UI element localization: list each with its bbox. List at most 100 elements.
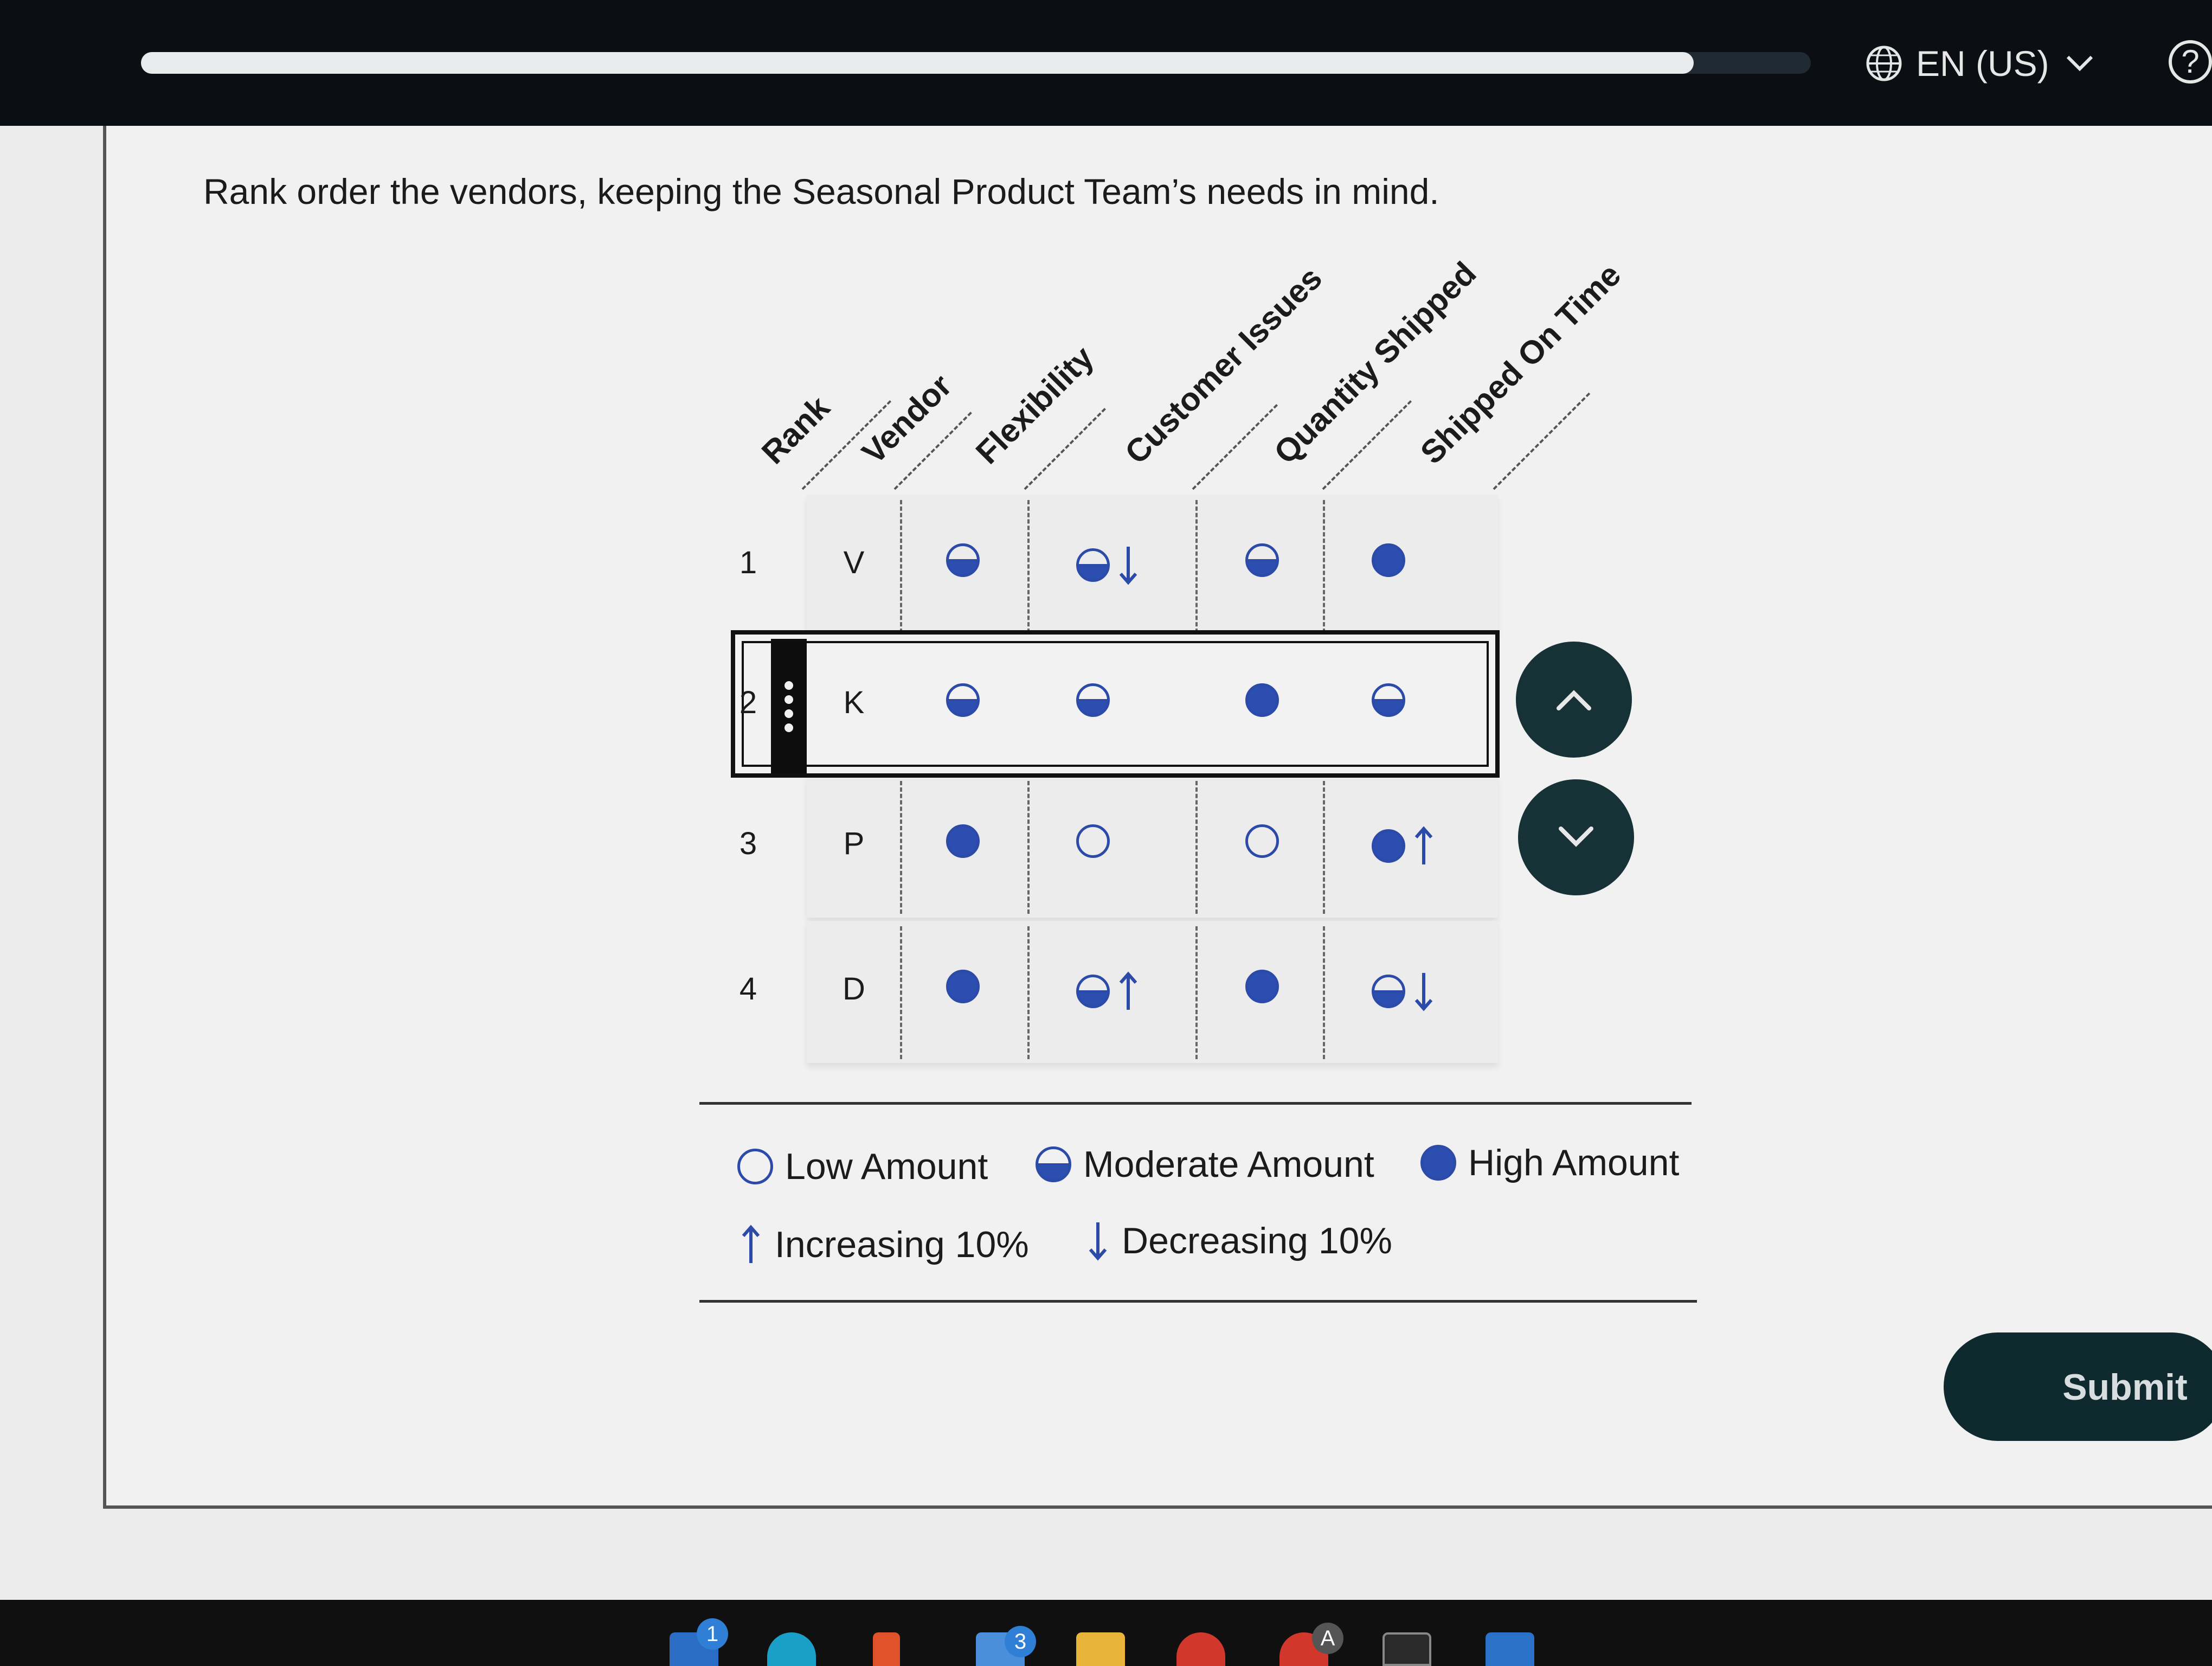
legend-top-rule: [699, 1102, 1692, 1105]
arrow-up-icon: [1414, 826, 1433, 864]
column-divider: [900, 500, 902, 633]
legend-increasing: Increasing 10%: [740, 1223, 1029, 1266]
high-amount-icon: [1245, 970, 1279, 1003]
notification-badge: 3: [1005, 1626, 1036, 1657]
column-divider: [1195, 926, 1198, 1059]
rating-cell: [1245, 543, 1279, 577]
high-amount-icon: [946, 824, 980, 858]
help-button[interactable]: ?: [2169, 40, 2212, 84]
rank-number: 2: [739, 685, 757, 720]
legend-low: Low Amount: [737, 1145, 988, 1188]
rating-cell: [1372, 543, 1405, 577]
rating-cell: [1076, 970, 1139, 1013]
legend-high: High Amount: [1420, 1142, 1679, 1184]
vendor-name: K: [843, 685, 865, 720]
move-up-button[interactable]: [1516, 642, 1632, 758]
rank-number: 4: [739, 971, 757, 1007]
vscode-icon[interactable]: [1486, 1632, 1534, 1666]
rating-cell: [946, 543, 980, 577]
column-divider: [1323, 500, 1325, 633]
column-divider: [1027, 781, 1030, 914]
chevron-up-icon: [1557, 690, 1591, 710]
rating-cell: [1076, 543, 1139, 587]
vendor-name: V: [843, 545, 865, 580]
chevron-down-icon: [2066, 55, 2093, 72]
legend-moderate: Moderate Amount: [1036, 1143, 1374, 1186]
rating-cell: [1076, 824, 1110, 858]
rank-number: 1: [739, 545, 757, 580]
language-selector[interactable]: EN (US): [1865, 39, 2096, 88]
drag-handle-dot: [785, 695, 793, 704]
submit-button[interactable]: Submit: [1944, 1332, 2212, 1441]
move-down-button[interactable]: [1518, 779, 1634, 895]
taskbar-app-icon[interactable]: [873, 1632, 900, 1666]
legend-high-label: High Amount: [1468, 1142, 1680, 1183]
terminal-icon[interactable]: [1382, 1632, 1431, 1666]
notification-badge: 1: [697, 1618, 728, 1650]
rating-cell: [1372, 824, 1435, 868]
arrow-down-icon: [1089, 1222, 1107, 1261]
folder-icon[interactable]: [1076, 1632, 1125, 1666]
legend-decreasing-label: Decreasing 10%: [1122, 1220, 1392, 1261]
profile-badge: A: [1312, 1623, 1343, 1654]
progress-bar: [141, 52, 1811, 74]
legend-bottom-rule: [699, 1300, 1697, 1303]
moderate-amount-icon: [1036, 1146, 1071, 1182]
rating-cell: [1245, 970, 1279, 1003]
column-divider: [1323, 781, 1325, 914]
language-label: EN (US): [1916, 43, 2049, 84]
column-divider: [1027, 500, 1030, 633]
vendor-name: P: [843, 826, 865, 861]
arrow-up-icon: [742, 1225, 760, 1263]
progress-bar-fill: [141, 52, 1694, 74]
low-amount-icon: [1076, 824, 1110, 858]
high-amount-icon: [1372, 829, 1405, 863]
legend-moderate-label: Moderate Amount: [1083, 1144, 1374, 1185]
rating-cell: [946, 683, 980, 717]
rating-cell: [946, 824, 980, 858]
drag-handle-dot: [785, 723, 793, 732]
legend-decreasing: Decreasing 10%: [1087, 1219, 1392, 1263]
column-divider: [900, 781, 902, 914]
low-amount-icon: [1245, 824, 1279, 858]
high-amount-icon: [1372, 543, 1405, 577]
drag-handle-dot: [785, 681, 793, 690]
top-bar: EN (US) ?: [0, 0, 2212, 126]
legend-low-label: Low Amount: [785, 1146, 988, 1187]
globe-icon: [1866, 46, 1902, 81]
moderate-amount-icon: [946, 543, 980, 577]
arrow-down-icon: [1414, 973, 1433, 1011]
arrow-down-icon: [1119, 547, 1137, 585]
column-divider: [1027, 926, 1030, 1059]
instruction-text: Rank order the vendors, keeping the Seas…: [203, 171, 1439, 212]
rank-number: 3: [739, 826, 757, 861]
column-divider: [900, 926, 902, 1059]
high-amount-icon: [946, 970, 980, 1003]
moderate-amount-icon: [1245, 543, 1279, 577]
vendor-name: D: [843, 971, 865, 1007]
moderate-amount-icon: [1076, 683, 1110, 717]
moderate-amount-icon: [946, 683, 980, 717]
column-divider: [1195, 500, 1198, 633]
high-amount-icon: [1245, 683, 1279, 717]
arrow-up-icon: [1119, 971, 1137, 1010]
moderate-amount-icon: [1372, 683, 1405, 717]
column-divider: [1323, 926, 1325, 1059]
rating-cell: [1076, 683, 1110, 717]
drag-handle[interactable]: [771, 639, 807, 773]
moderate-amount-icon: [1076, 975, 1110, 1008]
column-divider: [1195, 781, 1198, 914]
drag-handle-dot: [785, 709, 793, 718]
moderate-amount-icon: [1372, 975, 1405, 1008]
rating-cell: [1245, 824, 1279, 858]
legend-increasing-label: Increasing 10%: [775, 1224, 1029, 1265]
chevron-down-icon: [1559, 826, 1593, 847]
rating-cell: [946, 970, 980, 1003]
help-icon: ?: [2181, 43, 2200, 80]
rating-cell: [1245, 683, 1279, 717]
high-amount-icon: [1420, 1145, 1456, 1181]
moderate-amount-icon: [1076, 548, 1110, 582]
low-amount-icon: [737, 1149, 773, 1184]
rating-cell: [1372, 970, 1435, 1013]
rating-cell: [1372, 683, 1405, 717]
